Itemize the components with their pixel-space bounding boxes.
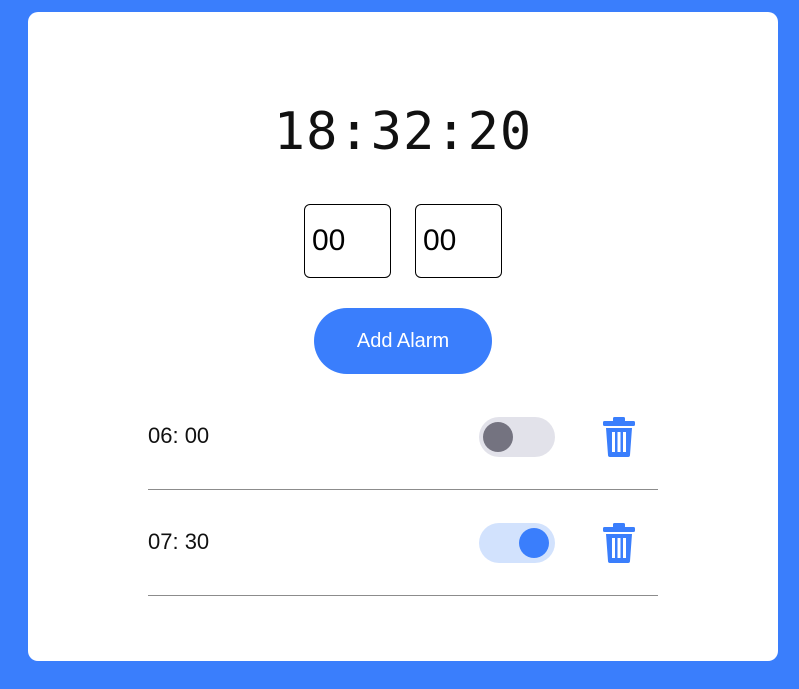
alarm-item: 07: 30	[148, 490, 658, 596]
toggle-knob	[519, 528, 549, 558]
minute-input[interactable]	[415, 204, 502, 278]
add-alarm-button[interactable]: Add Alarm	[314, 308, 492, 374]
alarm-time: 07: 30	[148, 529, 210, 554]
toggle-knob	[483, 422, 513, 452]
hour-input[interactable]	[304, 204, 391, 278]
alarm-item: 06: 00	[148, 384, 658, 490]
trash-icon[interactable]	[601, 416, 637, 458]
alarm-toggle[interactable]	[479, 417, 555, 457]
trash-icon[interactable]	[601, 522, 637, 564]
alarm-toggle[interactable]	[479, 523, 555, 563]
alarm-list: 06: 00 07: 30	[148, 384, 658, 596]
alarm-time-inputs	[304, 204, 502, 278]
alarm-time: 06: 00	[148, 423, 210, 448]
alarm-card: 18:32:20 Add Alarm 06: 00 07	[28, 12, 778, 661]
current-time: 18:32:20	[273, 102, 533, 162]
